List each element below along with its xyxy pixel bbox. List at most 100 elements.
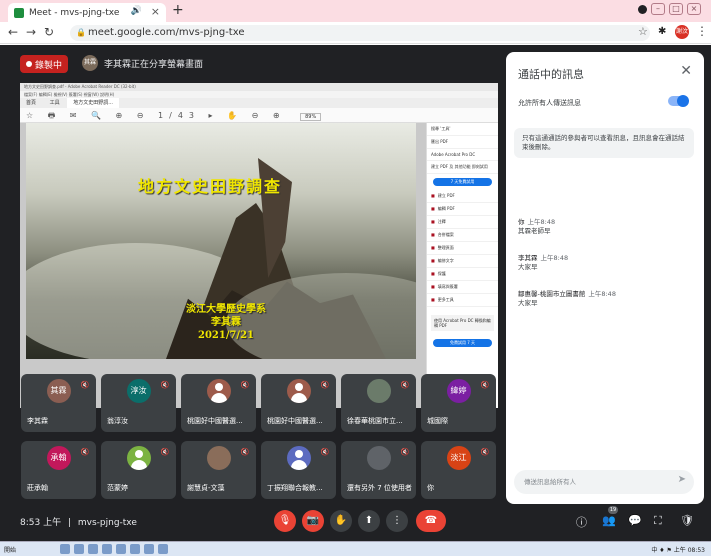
muted-mic-icon: 🔇: [240, 448, 250, 456]
address-bar: ← → ↻ 🔒 meet.google.com/mvs-pjng-txe ☆ ✱…: [0, 22, 711, 44]
browser-tab[interactable]: Meet - mvs-pjng-txe 🔊 ×: [8, 3, 166, 22]
back-icon[interactable]: ←: [8, 25, 18, 39]
participant-tile[interactable]: 🔇 承翰 莊承翰: [21, 441, 96, 499]
participant-name: 桃園好中國醫選...: [267, 417, 323, 425]
slide-line-dept: 淡江大學歷史學系: [186, 304, 266, 315]
tool-icon: ■: [431, 219, 435, 224]
panel-tool-item: ■ 合併檔案: [427, 229, 498, 242]
slide-subtitle: 淡江大學歷史學系 李其霖 2021/7/21: [126, 303, 326, 342]
tool-icon: ■: [431, 232, 435, 237]
taskbar-app-icon[interactable]: [144, 544, 154, 554]
system-tray: 中 ♦ ⚑ 上午 08:53: [651, 547, 705, 554]
participant-tile[interactable]: 🔇 緯婷 城國際: [421, 374, 496, 432]
chat-input[interactable]: 傳送訊息給所有人: [514, 470, 694, 494]
new-tab-button[interactable]: +: [172, 2, 184, 18]
message-sender: 你: [518, 218, 525, 226]
participant-tile[interactable]: 🔇 淡江你: [421, 441, 496, 499]
tab-close-icon[interactable]: ×: [151, 5, 160, 18]
taskbar-app-icon[interactable]: [116, 544, 126, 554]
panel-promo-button: 免費試用 7 天: [433, 339, 492, 347]
participant-tile[interactable]: 🔇 徐春華桃園市立...: [341, 374, 416, 432]
browser-menu-icon[interactable]: ⋮: [696, 24, 708, 38]
chat-header: 通話中的訊息: [518, 68, 584, 81]
muted-mic-icon: 🔇: [480, 448, 490, 456]
close-chat-icon[interactable]: ✕: [680, 63, 692, 79]
shared-document-area: 地方文史田野調查 淡江大學歷史學系 李其霖 2021/7/21: [20, 123, 426, 408]
participant-tile[interactable]: 🔇 桃園好中國醫選...: [181, 374, 256, 432]
screen-root: { "browser": { "tab_title": "Meet - mvs-…: [0, 0, 711, 556]
participant-name: 徐春華桃園市立...: [347, 417, 403, 425]
participant-name: 還有另外 7 位使用者: [347, 484, 412, 492]
participant-avatar: 其霖: [46, 379, 71, 404]
participant-name: 丁振翔聯合報教...: [267, 484, 323, 492]
forward-icon[interactable]: →: [26, 25, 36, 39]
url-text: meet.google.com/mvs-pjng-txe: [88, 27, 245, 38]
lock-icon: 🔒: [76, 28, 86, 37]
muted-mic-icon: 🔇: [160, 381, 170, 389]
shared-toolbar-icons: ☆ 🖶 ✉ 🔍 ⊕ ⊖ 1/43 ▸ ✋ ⊖ ⊕: [26, 111, 286, 120]
reload-icon[interactable]: ↻: [44, 25, 54, 39]
taskbar-app-icon[interactable]: [88, 544, 98, 554]
allow-messages-toggle[interactable]: [668, 95, 689, 107]
taskbar-app-icon[interactable]: [60, 544, 70, 554]
participant-tile[interactable]: 🔇 還有另外 7 位使用者: [341, 441, 416, 499]
participant-tile[interactable]: 🔇 謝慧貞-文藻: [181, 441, 256, 499]
raise-hand-button[interactable]: ✋: [330, 510, 352, 532]
message-time: 上午8:48: [527, 218, 556, 226]
participant-avatar: 承翰: [46, 446, 71, 471]
close-window-button[interactable]: ×: [687, 3, 701, 15]
more-options-button[interactable]: ⋮: [386, 510, 408, 532]
tool-icon: ■: [431, 193, 435, 198]
meet-favicon-icon: [14, 7, 24, 18]
message-sender: 鄒惠馨-桃園市立圖書館: [518, 290, 586, 298]
participant-tile[interactable]: 🔇 丁振翔聯合報教...: [261, 441, 336, 499]
window-controls: – □ ×: [638, 3, 701, 15]
meeting-code: mvs-pjng-txe: [77, 518, 137, 528]
send-icon[interactable]: ➤: [678, 474, 686, 485]
participant-tile[interactable]: 🔇 桃園好中國醫選...: [261, 374, 336, 432]
panel-acrobat-desc: 建立 PDF 及 其他功能 即刻試用: [427, 161, 498, 174]
maximize-button[interactable]: □: [669, 3, 683, 15]
shared-toolbar: ☆ 🖶 ✉ 🔍 ⊕ ⊖ 1/43 ▸ ✋ ⊖ ⊕ 89%: [20, 108, 498, 123]
muted-mic-icon: 🔇: [400, 381, 410, 389]
tool-label: 編輯 PDF: [437, 206, 455, 211]
minimize-button[interactable]: –: [651, 3, 665, 15]
taskbar-app-icon[interactable]: [74, 544, 84, 554]
tool-icon: ■: [431, 206, 435, 211]
panel-tool-item: ■ 填寫與簽署: [427, 281, 498, 294]
bookmark-star-icon[interactable]: ☆: [638, 25, 648, 38]
tab-title: Meet - mvs-pjng-txe: [29, 7, 120, 18]
start-button[interactable]: 開始: [4, 545, 16, 554]
participant-tile[interactable]: 🔇 淳汝 翁淳汝: [101, 374, 176, 432]
extension-icon[interactable]: ✱: [658, 26, 666, 37]
message-time: 上午8:48: [540, 254, 569, 262]
participant-name: 城國際: [427, 417, 448, 425]
taskbar-app-icon[interactable]: [158, 544, 168, 554]
taskbar-app-icon[interactable]: [130, 544, 140, 554]
participant-count-badge: 19: [608, 506, 618, 514]
muted-mic-icon: 🔇: [320, 381, 330, 389]
participant-tile[interactable]: 🔇 其霖 李其霖: [21, 374, 96, 432]
url-field[interactable]: 🔒 meet.google.com/mvs-pjng-txe: [70, 25, 650, 41]
profile-avatar[interactable]: 謝汶: [675, 25, 689, 39]
muted-mic-icon: 🔇: [160, 448, 170, 456]
participant-name: 李其霖: [27, 417, 48, 425]
taskbar-app-icon[interactable]: [102, 544, 112, 554]
participant-name: 莊承翰: [27, 484, 48, 492]
host-controls-icon[interactable]: 🛡: [680, 514, 694, 527]
tab-audio-icon[interactable]: 🔊: [131, 6, 142, 16]
people-icon[interactable]: 👥: [602, 514, 616, 527]
tool-label: 注釋: [437, 219, 446, 224]
meeting-details-icon[interactable]: ⓘ: [576, 514, 587, 530]
activities-icon[interactable]: ⛶: [654, 514, 662, 528]
chat-icon[interactable]: 💬: [628, 514, 642, 527]
camera-off-button[interactable]: 📷: [302, 510, 324, 532]
participant-name: 翁淳汝: [107, 417, 128, 425]
panel-trial-button: 7 天免費試用: [433, 178, 492, 186]
recording-badge[interactable]: 錄製中: [20, 55, 68, 73]
present-button[interactable]: ⬆: [358, 510, 380, 532]
chat-message: 李其霖 上午8:48 大家早: [518, 254, 568, 272]
leave-call-button[interactable]: ☎: [416, 510, 446, 532]
mic-off-button[interactable]: 🎙: [274, 510, 296, 532]
participant-tile[interactable]: 🔇 范蒙婷: [101, 441, 176, 499]
